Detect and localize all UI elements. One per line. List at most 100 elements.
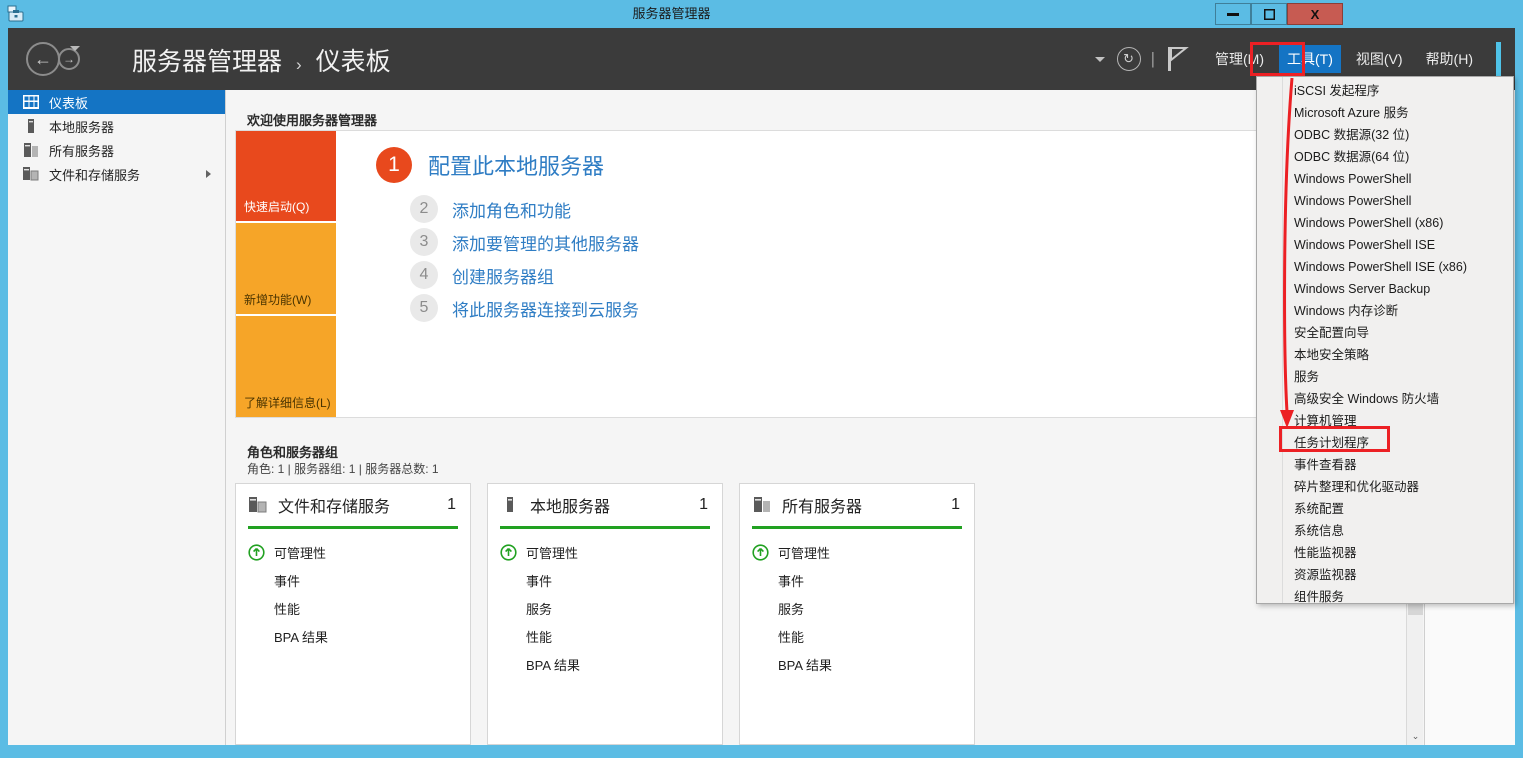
card-title: 所有服务器 xyxy=(782,499,863,516)
quick-start-steps: 1 配置此本地服务器 2 添加角色和功能 3 添加要管理的其他服务器 4 创建服… xyxy=(376,147,639,327)
card-row-bpa-results[interactable]: BPA 结果 xyxy=(500,650,710,678)
tile-whats-new[interactable]: 新增功能(W) xyxy=(236,223,336,314)
step-label[interactable]: 创建服务器组 xyxy=(452,263,554,288)
card-count: 1 xyxy=(447,496,456,513)
sidebar-item-all-servers[interactable]: 所有服务器 xyxy=(8,138,225,162)
sidebar-item-file-storage[interactable]: 文件和存储服务 xyxy=(8,162,225,186)
step-number: 4 xyxy=(410,261,438,289)
welcome-tile: 快速启动(Q) 新增功能(W) 了解详细信息(L) 1 配置此本地服务器 2 添… xyxy=(235,130,1413,418)
chevron-right-icon[interactable] xyxy=(206,170,211,178)
card-row-label: BPA 结果 xyxy=(778,657,832,673)
dashboard-icon xyxy=(22,94,40,110)
card-row-label: 可管理性 xyxy=(526,545,579,561)
tools-item-windows-server-backup[interactable]: Windows Server Backup xyxy=(1284,278,1513,300)
card-row-performance[interactable]: 性能 xyxy=(752,622,962,650)
step-connect-cloud-services[interactable]: 5 将此服务器连接到云服务 xyxy=(376,294,639,322)
breadcrumb-separator: › xyxy=(295,55,302,74)
card-file-storage-services[interactable]: 文件和存储服务 1 可管理性 事件 性能 BPA 结果 xyxy=(235,483,471,745)
flag-icon[interactable] xyxy=(1167,46,1189,72)
maximize-button[interactable] xyxy=(1251,3,1287,25)
file-storage-icon xyxy=(22,166,40,182)
card-row-performance[interactable]: 性能 xyxy=(248,594,458,622)
card-row-label: BPA 结果 xyxy=(526,657,580,673)
tools-item-security-config-wizard[interactable]: 安全配置向导 xyxy=(1284,322,1513,344)
arrow-left-icon[interactable]: ← xyxy=(26,42,60,76)
toolbar-overflow-chevron-icon[interactable] xyxy=(1094,56,1105,62)
refresh-icon[interactable]: ↻ xyxy=(1116,47,1141,71)
tools-item-event-viewer[interactable]: 事件查看器 xyxy=(1284,454,1513,476)
scroll-down-button[interactable]: ⌄ xyxy=(1408,728,1423,745)
card-row-services[interactable]: 服务 xyxy=(752,594,962,622)
tools-item-powershell-ise-x86[interactable]: Windows PowerShell ISE (x86) xyxy=(1284,256,1513,278)
tools-item-component-services[interactable]: 组件服务 xyxy=(1284,586,1513,608)
card-row-label: 事件 xyxy=(274,573,301,589)
arrow-right-icon[interactable]: → xyxy=(58,48,80,70)
step-create-server-group[interactable]: 4 创建服务器组 xyxy=(376,261,639,289)
breadcrumb: 服务器管理器 › 仪表板 xyxy=(132,42,391,78)
card-row-events[interactable]: 事件 xyxy=(752,566,962,594)
chevron-down-icon[interactable] xyxy=(70,46,80,51)
server-manager-window: 服务器管理器 X ← → 服务器管理器 › 仪表板 ↻ | 管理(M) 工具(T… xyxy=(0,0,1523,758)
tools-item-defragment-optimize-drives[interactable]: 碎片整理和优化驱动器 xyxy=(1284,476,1513,498)
minimize-button[interactable] xyxy=(1215,3,1251,25)
card-local-server[interactable]: 本地服务器 1 可管理性 事件 服务 性能 BPA 结果 xyxy=(487,483,723,745)
card-row-bpa-results[interactable]: BPA 结果 xyxy=(248,622,458,650)
tools-item-task-scheduler[interactable]: 任务计划程序 xyxy=(1284,432,1513,454)
step-label[interactable]: 将此服务器连接到云服务 xyxy=(452,296,639,321)
tools-item-system-configuration[interactable]: 系统配置 xyxy=(1284,498,1513,520)
tools-item-powershell-2[interactable]: Windows PowerShell xyxy=(1284,190,1513,212)
tools-item-computer-management[interactable]: 计算机管理 xyxy=(1284,410,1513,432)
tools-item-microsoft-azure-services[interactable]: Microsoft Azure 服务 xyxy=(1284,102,1513,124)
card-row-manageability[interactable]: 可管理性 xyxy=(248,538,458,566)
tools-item-local-security-policy[interactable]: 本地安全策略 xyxy=(1284,344,1513,366)
card-row-performance[interactable]: 性能 xyxy=(500,622,710,650)
tile-quick-start[interactable]: 快速启动(Q) xyxy=(236,131,336,221)
menu-manage[interactable]: 管理(M) xyxy=(1207,45,1272,73)
tools-item-powershell-x86[interactable]: Windows PowerShell (x86) xyxy=(1284,212,1513,234)
step-add-other-servers[interactable]: 3 添加要管理的其他服务器 xyxy=(376,228,639,256)
window-title: 服务器管理器 xyxy=(632,6,711,21)
card-all-servers[interactable]: 所有服务器 1 可管理性 事件 服务 性能 BPA 结果 xyxy=(739,483,975,745)
tools-item-services[interactable]: 服务 xyxy=(1284,366,1513,388)
card-row-services[interactable]: 服务 xyxy=(500,594,710,622)
card-row-bpa-results[interactable]: BPA 结果 xyxy=(752,650,962,678)
step-configure-local-server[interactable]: 1 配置此本地服务器 xyxy=(376,147,639,183)
step-label[interactable]: 添加角色和功能 xyxy=(452,197,571,222)
card-count: 1 xyxy=(951,496,960,513)
sidebar-item-local-server[interactable]: 本地服务器 xyxy=(8,114,225,138)
tools-item-resource-monitor[interactable]: 资源监视器 xyxy=(1284,564,1513,586)
sidebar: 仪表板 本地服务器 所有服务器 文件和存储服务 xyxy=(8,90,226,745)
breadcrumb-root[interactable]: 服务器管理器 xyxy=(132,48,282,76)
toolbar-separator: | xyxy=(1150,49,1155,68)
card-row-manageability[interactable]: 可管理性 xyxy=(752,538,962,566)
step-label[interactable]: 配置此本地服务器 xyxy=(428,149,604,181)
card-row-label: 可管理性 xyxy=(274,545,327,561)
tools-item-odbc-32[interactable]: ODBC 数据源(32 位) xyxy=(1284,124,1513,146)
card-row-manageability[interactable]: 可管理性 xyxy=(500,538,710,566)
card-rows: 可管理性 事件 性能 BPA 结果 xyxy=(236,529,470,650)
tools-item-odbc-64[interactable]: ODBC 数据源(64 位) xyxy=(1284,146,1513,168)
card-row-label: BPA 结果 xyxy=(274,629,328,645)
tools-item-windows-firewall-advanced[interactable]: 高级安全 Windows 防火墙 xyxy=(1284,388,1513,410)
card-row-label: 性能 xyxy=(274,601,301,617)
tools-item-system-information[interactable]: 系统信息 xyxy=(1284,520,1513,542)
card-row-label: 性能 xyxy=(526,629,553,645)
tools-item-powershell-ise[interactable]: Windows PowerShell ISE xyxy=(1284,234,1513,256)
sidebar-item-dashboard[interactable]: 仪表板 xyxy=(8,90,225,114)
menu-view[interactable]: 视图(V) xyxy=(1348,45,1411,73)
step-number: 1 xyxy=(376,147,412,183)
tools-item-memory-diagnostic[interactable]: Windows 内存诊断 xyxy=(1284,300,1513,322)
tile-learn-more[interactable]: 了解详细信息(L) xyxy=(236,316,336,417)
menu-tools[interactable]: 工具(T) xyxy=(1279,45,1341,73)
breadcrumb-leaf: 仪表板 xyxy=(315,48,391,76)
tools-item-powershell-1[interactable]: Windows PowerShell xyxy=(1284,168,1513,190)
step-add-roles-features[interactable]: 2 添加角色和功能 xyxy=(376,195,639,223)
menu-help[interactable]: 帮助(H) xyxy=(1418,45,1481,73)
card-row-events[interactable]: 事件 xyxy=(248,566,458,594)
card-row-events[interactable]: 事件 xyxy=(500,566,710,594)
tools-item-iscsi-initiator[interactable]: iSCSI 发起程序 xyxy=(1284,80,1513,102)
step-label[interactable]: 添加要管理的其他服务器 xyxy=(452,230,639,255)
close-button[interactable]: X xyxy=(1287,3,1343,25)
tools-item-performance-monitor[interactable]: 性能监视器 xyxy=(1284,542,1513,564)
quick-tiles: 快速启动(Q) 新增功能(W) 了解详细信息(L) xyxy=(236,131,336,417)
